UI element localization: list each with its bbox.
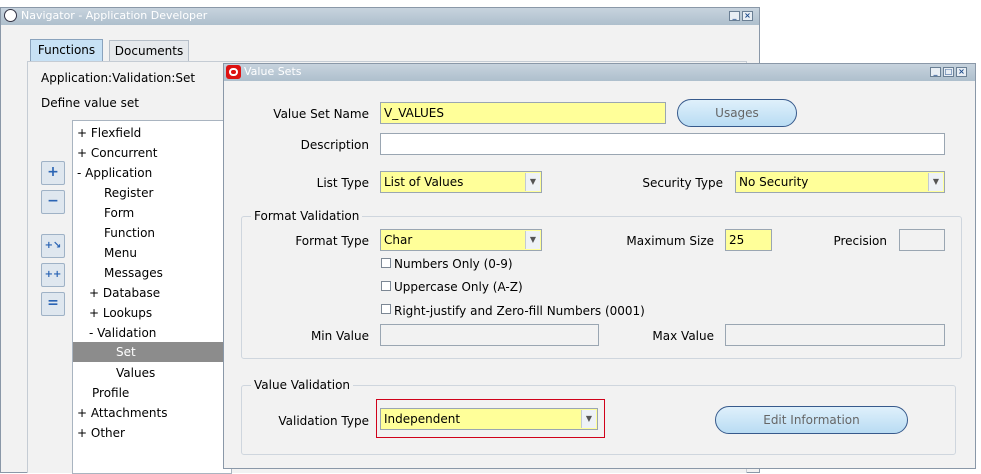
uppercase-only-label[interactable]: Uppercase Only (A-Z) [394,279,523,295]
list-type-label: List Type [316,176,369,190]
security-type-select[interactable]: No Security ▼ [735,171,945,193]
maximum-size-label: Maximum Size [626,234,714,248]
validation-type-label: Validation Type [278,414,369,428]
value-sets-titlebar[interactable]: Value Sets _ □ × [224,64,975,81]
tree-item-values[interactable]: Values [116,363,155,383]
tree-item-profile[interactable]: Profile [92,383,129,403]
navigator-title: Navigator - Application Developer [21,9,208,22]
tree-item-lookups[interactable]: + Lookups [89,303,152,323]
value-sets-title: Value Sets [244,65,302,78]
function-tree[interactable]: + Flexfield + Concurrent - Application R… [72,120,232,474]
tree-item-application[interactable]: - Application [77,163,152,183]
expand-branch-icon[interactable]: +↘ [41,234,65,258]
value-validation-legend: Value Validation [251,378,354,392]
tab-documents-label: Documents [114,44,184,58]
close-icon[interactable]: × [742,11,753,21]
format-type-label: Format Type [295,234,369,248]
tree-item-validation[interactable]: - Validation [89,323,156,343]
maximum-size-field[interactable]: 25 [725,229,772,251]
plus-icon[interactable]: + [41,161,65,185]
tree-item-function[interactable]: Function [104,223,155,243]
description-label: Description [300,138,369,152]
min-value-label: Min Value [310,329,369,343]
precision-field[interactable] [899,229,945,251]
list-type-value: List of Values [384,175,464,189]
tree-item-form[interactable]: Form [104,203,134,223]
tab-functions-label: Functions [37,43,96,57]
validation-type-select[interactable]: Independent ▼ [380,408,598,430]
function-path: Application:Validation:Set [41,71,196,85]
chevron-down-icon[interactable]: ▼ [581,410,596,428]
format-validation-legend: Format Validation [251,209,363,223]
minimize-icon[interactable]: _ [930,67,941,77]
tab-documents[interactable]: Documents [109,40,189,62]
tab-functions[interactable]: Functions [30,39,103,61]
list-type-select[interactable]: List of Values ▼ [380,171,542,193]
oracle-globe-icon [4,9,17,22]
chevron-down-icon[interactable]: ▼ [928,173,943,191]
oracle-logo-icon [226,65,241,79]
tree-item-register[interactable]: Register [104,183,153,203]
min-value-field[interactable] [380,324,599,346]
navigator-titlebar[interactable]: Navigator - Application Developer _ × [1,8,759,25]
minus-icon[interactable]: − [41,190,65,214]
close-icon[interactable]: × [956,67,967,77]
tree-item-messages[interactable]: Messages [104,263,163,283]
tree-item-concurrent[interactable]: + Concurrent [77,143,157,163]
right-justify-checkbox[interactable] [381,304,391,314]
value-set-name-field[interactable]: V_VALUES [380,102,666,124]
minimize-icon[interactable]: _ [729,11,740,21]
chevron-down-icon[interactable]: ▼ [525,231,540,249]
tree-item-flexfield[interactable]: + Flexfield [77,123,141,143]
tree-item-menu[interactable]: Menu [104,243,137,263]
value-set-name-label: Value Set Name [273,107,369,121]
tree-item-database[interactable]: + Database [89,283,160,303]
max-value-field[interactable] [725,324,945,346]
tree-item-set: Set [116,345,136,359]
usages-button[interactable]: Usages [677,99,797,127]
edit-information-button[interactable]: Edit Information [715,406,908,434]
chevron-down-icon[interactable]: ▼ [525,173,540,191]
validation-type-value: Independent [384,412,461,426]
tree-item-other[interactable]: + Other [77,423,125,443]
description-field[interactable] [380,133,945,155]
value-sets-window: Value Sets _ □ × Value Set Name V_VALUES… [223,63,976,469]
max-value-label: Max Value [652,329,714,343]
security-type-value: No Security [739,175,809,189]
format-type-select[interactable]: Char ▼ [380,229,542,251]
uppercase-only-checkbox[interactable] [381,281,391,291]
tree-item-set-selected[interactable]: Set [73,342,231,362]
precision-label: Precision [833,234,887,248]
security-type-label: Security Type [642,176,723,190]
collapse-all-icon[interactable]: = [41,292,65,316]
function-description: Define value set [41,96,139,110]
maximize-icon[interactable]: □ [943,67,954,77]
right-justify-label[interactable]: Right-justify and Zero-fill Numbers (000… [394,303,645,319]
expand-all-icon[interactable]: ++ [41,263,65,287]
tree-item-attachments[interactable]: + Attachments [77,403,167,423]
numbers-only-checkbox[interactable] [381,258,391,268]
numbers-only-label[interactable]: Numbers Only (0-9) [394,256,513,272]
format-type-value: Char [384,233,413,247]
